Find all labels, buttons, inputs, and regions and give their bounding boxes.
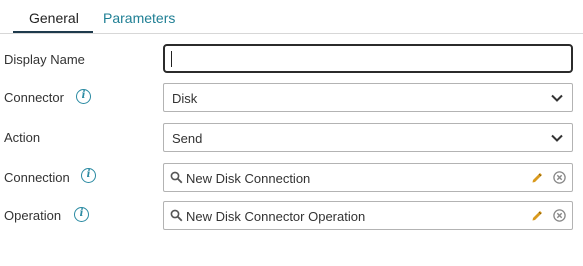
search-icon <box>170 171 183 184</box>
operation-value: New Disk Connector Operation <box>186 209 366 224</box>
search-icon <box>170 209 183 222</box>
connection-label: Connection <box>4 170 70 185</box>
pencil-icon[interactable] <box>531 171 544 184</box>
text-caret <box>171 51 172 67</box>
connector-info-icon[interactable]: i <box>76 89 91 104</box>
operation-info-icon[interactable]: i <box>74 207 89 222</box>
connector-value: Disk <box>172 91 198 106</box>
action-value: Send <box>172 131 203 146</box>
tab-bar: General Parameters <box>0 0 583 34</box>
tab-general[interactable]: General <box>29 10 79 26</box>
clear-icon[interactable] <box>553 209 566 222</box>
action-label: Action <box>4 130 41 145</box>
display-name-input[interactable] <box>163 44 573 73</box>
chevron-down-icon[interactable] <box>550 131 564 145</box>
clear-icon[interactable] <box>553 171 566 184</box>
connector-select[interactable]: Disk <box>163 83 573 112</box>
connection-info-icon[interactable]: i <box>81 168 96 183</box>
pencil-icon[interactable] <box>531 209 544 222</box>
action-select[interactable]: Send <box>163 123 573 152</box>
connector-label: Connector <box>4 90 64 105</box>
display-name-label: Display Name <box>4 52 85 67</box>
tab-bar-divider <box>0 33 583 34</box>
operation-picker[interactable]: New Disk Connector Operation <box>163 201 573 230</box>
chevron-down-icon[interactable] <box>550 91 564 105</box>
operation-label: Operation <box>4 208 62 223</box>
tab-parameters[interactable]: Parameters <box>103 10 175 26</box>
connection-picker[interactable]: New Disk Connection <box>163 163 573 192</box>
connection-value: New Disk Connection <box>186 171 311 186</box>
